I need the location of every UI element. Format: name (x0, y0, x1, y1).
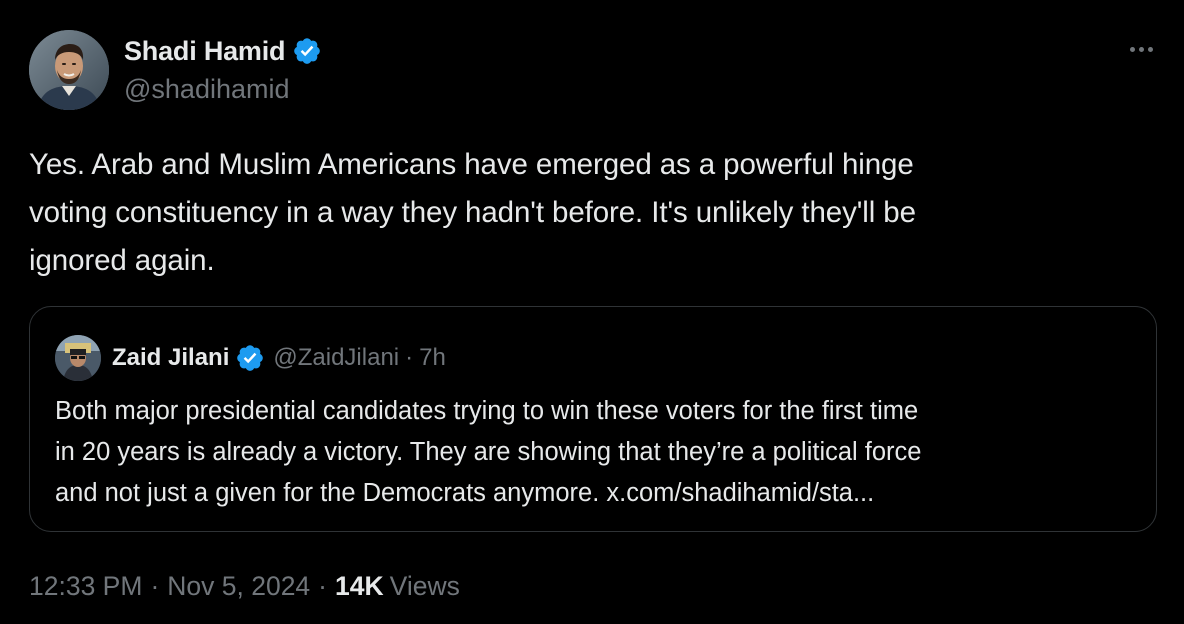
author-avatar[interactable] (29, 30, 109, 110)
quoted-handle[interactable]: @ZaidJilani (273, 344, 399, 372)
author-handle[interactable]: @shadihamid (124, 74, 322, 105)
quoted-header: Zaid Jilani @ZaidJilani · 7h (112, 340, 446, 376)
quoted-text-line: in 20 years is already a victory. They a… (55, 438, 922, 466)
quoted-text-line: and not just a given for the Democrats a… (55, 479, 875, 507)
tweet-time[interactable]: 12:33 PM (29, 571, 142, 602)
more-dot (1147, 46, 1153, 52)
tweet-card: Shadi Hamid @shadihamid Yes. Arab and Mu… (0, 0, 1184, 624)
tweet-text-line: ignored again. (29, 244, 215, 277)
views-label: Views (389, 570, 460, 601)
tweet-text-line: voting constituency in a way they hadn't… (29, 196, 916, 229)
more-dot (1129, 46, 1135, 52)
quoted-display-name[interactable]: Zaid Jilani (112, 344, 229, 372)
tweet-text: Yes. Arab and Muslim Americans have emer… (29, 141, 1129, 285)
quoted-tweet[interactable]: Zaid Jilani @ZaidJilani · 7h Both major … (29, 306, 1157, 532)
tweet-text-line: Yes. Arab and Muslim Americans have emer… (29, 148, 914, 181)
author-name-row: Shadi Hamid (124, 32, 322, 70)
author-display-name[interactable]: Shadi Hamid (124, 36, 286, 67)
quoted-text-line: Both major presidential candidates tryin… (55, 397, 919, 425)
meta-separator: · (150, 570, 160, 601)
verified-badge-icon[interactable] (292, 36, 322, 66)
quoted-text: Both major presidential candidates tryin… (55, 391, 1145, 514)
tweet-meta: 12:33 PM · Nov 5, 2024 · 14K Views (29, 568, 460, 604)
tweet-date[interactable]: Nov 5, 2024 (167, 571, 310, 602)
verified-badge-icon[interactable] (235, 343, 265, 373)
avatar-photo-icon (29, 30, 109, 110)
quoted-author-avatar[interactable] (55, 335, 101, 381)
meta-separator: · (318, 570, 327, 601)
views-count: 14K (335, 570, 384, 601)
quoted-avatar-photo-icon (55, 335, 101, 381)
more-options-icon[interactable] (1124, 36, 1158, 62)
more-dot (1138, 46, 1144, 52)
quoted-timestamp[interactable]: 7h (419, 344, 446, 372)
quoted-separator: · (405, 344, 414, 371)
author-info: Shadi Hamid @shadihamid (124, 32, 322, 105)
